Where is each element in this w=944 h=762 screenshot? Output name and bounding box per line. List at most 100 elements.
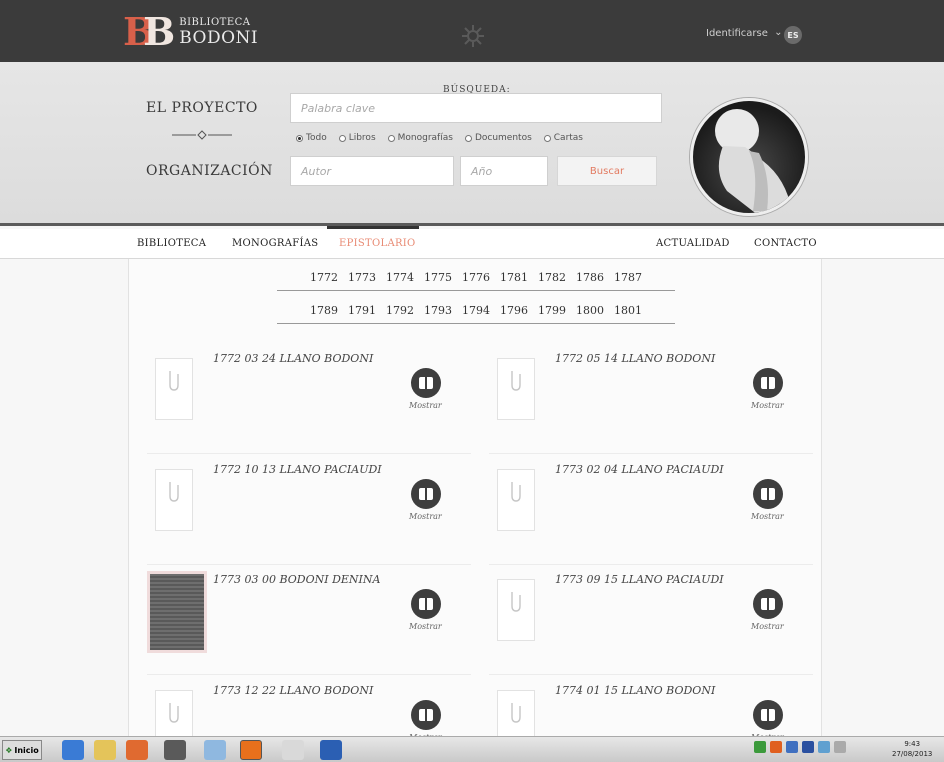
home-icon[interactable] xyxy=(282,740,304,760)
letter-title[interactable]: 1772 10 13 LLANO PACIAUDI xyxy=(213,463,382,476)
year-link[interactable]: 1791 xyxy=(348,304,376,317)
show-book-button[interactable] xyxy=(411,589,441,619)
book-icon xyxy=(761,488,775,500)
show-label[interactable]: Mostrar xyxy=(751,512,784,521)
firefox-icon[interactable] xyxy=(240,740,262,760)
tray-app-icon[interactable] xyxy=(770,741,782,753)
show-label[interactable]: Mostrar xyxy=(409,401,442,410)
show-book-button[interactable] xyxy=(753,368,783,398)
show-label[interactable]: Mostrar xyxy=(751,401,784,410)
year-link[interactable]: 1774 xyxy=(386,271,414,284)
year-link[interactable]: 1776 xyxy=(462,271,490,284)
folder-icon[interactable] xyxy=(94,740,116,760)
nav-item-contacto[interactable]: CONTACTO xyxy=(754,238,817,249)
nav-item-biblioteca[interactable]: BIBLIOTECA xyxy=(137,238,206,249)
year-link[interactable]: 1799 xyxy=(538,304,566,317)
year-link[interactable]: 1793 xyxy=(424,304,452,317)
letter-card[interactable]: 1773 02 04 LLANO PACIAUDI Mostrar xyxy=(489,461,813,565)
organization-link[interactable]: ORGANIZACIÓN xyxy=(146,163,273,179)
letter-title[interactable]: 1773 09 15 LLANO PACIAUDI xyxy=(555,573,724,586)
letter-title[interactable]: 1774 01 15 LLANO BODONI xyxy=(555,684,715,697)
nav-active-indicator xyxy=(327,226,419,229)
document-placeholder-icon[interactable] xyxy=(155,469,193,531)
show-book-button[interactable] xyxy=(411,700,441,730)
letter-card[interactable]: 1772 03 24 LLANO BODONI Mostrar xyxy=(147,350,471,454)
filter-radio-libros[interactable]: Libros xyxy=(338,133,376,143)
filter-radio-documentos[interactable]: Documentos xyxy=(464,133,532,143)
document-placeholder-icon[interactable] xyxy=(497,358,535,420)
filter-radio-todo[interactable]: Todo xyxy=(296,133,327,143)
author-input[interactable]: Autor xyxy=(290,156,454,186)
year-link[interactable]: 1772 xyxy=(310,271,338,284)
site-logo[interactable]: BB BIBLIOTECA BODONI xyxy=(123,12,258,52)
year-link[interactable]: 1794 xyxy=(462,304,490,317)
show-book-button[interactable] xyxy=(753,479,783,509)
letter-card[interactable]: 1772 05 14 LLANO BODONI Mostrar xyxy=(489,350,813,454)
show-book-button[interactable] xyxy=(411,479,441,509)
book-icon xyxy=(419,709,433,721)
letter-card[interactable]: 1774 01 15 LLANO BODONIMostrar xyxy=(489,682,813,736)
letter-title[interactable]: 1773 12 22 LLANO BODONI xyxy=(213,684,373,697)
language-badge[interactable]: ES xyxy=(784,26,802,44)
year-link[interactable]: 1800 xyxy=(576,304,604,317)
letter-card[interactable]: 1772 10 13 LLANO PACIAUDI Mostrar xyxy=(147,461,471,565)
nav-item-monografias[interactable]: MONOGRAFÍAS xyxy=(232,238,318,249)
main-nav: BIBLIOTECA MONOGRAFÍAS EPISTOLARIO ACTUA… xyxy=(0,226,944,259)
book-icon xyxy=(419,377,433,389)
nav-item-actualidad[interactable]: ACTUALIDAD xyxy=(656,238,730,249)
show-book-button[interactable] xyxy=(753,700,783,730)
show-book-button[interactable] xyxy=(411,368,441,398)
signin-menu[interactable]: Identificarse ⌄ xyxy=(706,27,782,39)
nav-item-epistolario[interactable]: EPISTOLARIO xyxy=(339,238,416,249)
search-button[interactable]: Buscar xyxy=(557,156,657,186)
year-link[interactable]: 1781 xyxy=(500,271,528,284)
letter-title[interactable]: 1773 02 04 LLANO PACIAUDI xyxy=(555,463,724,476)
letter-card[interactable]: 1773 09 15 LLANO PACIAUDI Mostrar xyxy=(489,571,813,675)
system-clock[interactable]: 9:43 27/08/2013 xyxy=(892,739,932,759)
filter-radio-monografías[interactable]: Monografías xyxy=(387,133,453,143)
year-link[interactable]: 1787 xyxy=(614,271,642,284)
show-label[interactable]: Mostrar xyxy=(751,622,784,631)
media-player-icon[interactable] xyxy=(126,740,148,760)
year-input[interactable]: Año xyxy=(460,156,548,186)
year-link[interactable]: 1775 xyxy=(424,271,452,284)
letter-title[interactable]: 1772 05 14 LLANO BODONI xyxy=(555,352,715,365)
year-link[interactable]: 1786 xyxy=(576,271,604,284)
show-label[interactable]: Mostrar xyxy=(409,622,442,631)
year-link[interactable]: 1773 xyxy=(348,271,376,284)
document-placeholder-icon[interactable] xyxy=(497,469,535,531)
document-placeholder-icon[interactable] xyxy=(497,579,535,641)
word-icon[interactable] xyxy=(320,740,342,760)
letter-title[interactable]: 1773 03 00 BODONI DENINA xyxy=(213,573,380,586)
year-link[interactable]: 1789 xyxy=(310,304,338,317)
logo-text: BIBLIOTECA BODONI xyxy=(179,17,258,47)
start-button[interactable]: ❖ Inicio xyxy=(2,740,42,760)
letter-card[interactable]: 1773 03 00 BODONI DENINA Mostrar xyxy=(147,571,471,675)
explorer-icon[interactable] xyxy=(204,740,226,760)
tray-shield-icon[interactable] xyxy=(802,741,814,753)
document-placeholder-icon[interactable] xyxy=(155,690,193,736)
year-link[interactable]: 1801 xyxy=(614,304,642,317)
paperclip-icon xyxy=(169,703,179,723)
year-link[interactable]: 1782 xyxy=(538,271,566,284)
tray-display-icon[interactable] xyxy=(818,741,830,753)
letter-scan-thumbnail[interactable] xyxy=(147,571,207,653)
year-link[interactable]: 1796 xyxy=(500,304,528,317)
show-label[interactable]: Mostrar xyxy=(409,512,442,521)
app-icon[interactable] xyxy=(164,740,186,760)
show-book-button[interactable] xyxy=(753,589,783,619)
filter-label: Monografías xyxy=(397,133,453,143)
letter-card[interactable]: 1773 12 22 LLANO BODONIMostrar xyxy=(147,682,471,736)
tray-update-icon[interactable] xyxy=(786,741,798,753)
years-row-1: 1772 1773 1774 1775 1776 1781 1782 1786 1787 xyxy=(277,271,675,291)
project-link[interactable]: EL PROYECTO xyxy=(146,100,258,116)
document-placeholder-icon[interactable] xyxy=(497,690,535,736)
letter-title[interactable]: 1772 03 24 LLANO BODONI xyxy=(213,352,373,365)
filter-radio-cartas[interactable]: Cartas xyxy=(543,133,583,143)
tray-volume-icon[interactable] xyxy=(834,741,846,753)
ie-icon[interactable] xyxy=(62,740,84,760)
keyword-input[interactable]: Palabra clave xyxy=(290,93,662,123)
year-link[interactable]: 1792 xyxy=(386,304,414,317)
tray-network-icon[interactable] xyxy=(754,741,766,753)
document-placeholder-icon[interactable] xyxy=(155,358,193,420)
